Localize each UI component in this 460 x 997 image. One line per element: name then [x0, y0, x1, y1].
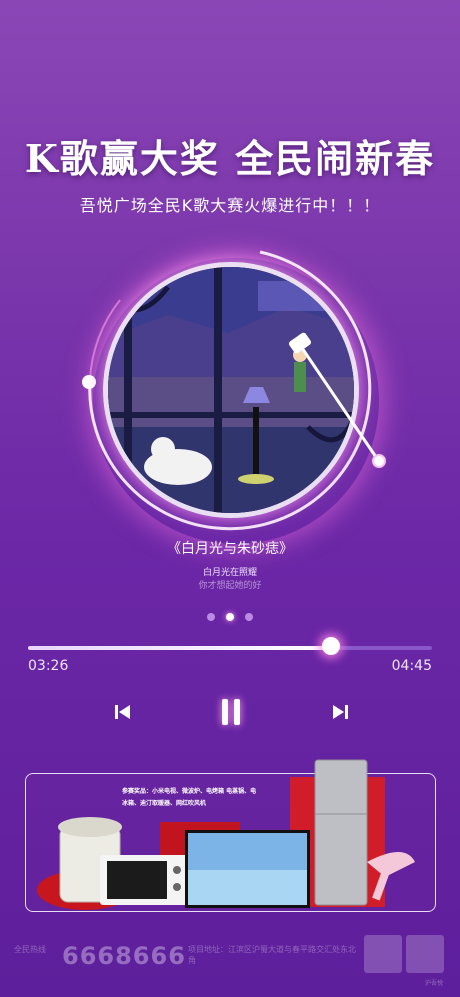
page-dot[interactable] [207, 613, 215, 621]
prize-appliances-image [37, 759, 415, 910]
pause-icon [222, 699, 240, 725]
project-address: 项目地址：江滨区沪蜀大道与春平路交汇处东北角 [188, 945, 356, 965]
next-button[interactable] [327, 697, 353, 727]
prize-list: 参赛奖品：小米电视、微波炉、电烤箱 电蒸锅、电冰箱、迪汀取暖器、网红吹风机 [122, 788, 257, 807]
qr-code-icon [406, 935, 444, 973]
tonearm[interactable] [0, 0, 460, 520]
page-dot-active[interactable] [226, 613, 234, 621]
song-title: 《白月光与朱砂痣》 [167, 541, 293, 557]
qr-caption: 沪吾悦 [425, 980, 444, 987]
next-icon [333, 705, 348, 719]
hotline-label: 全民热线 [14, 945, 46, 954]
progress-fill [28, 646, 331, 650]
total-duration: 04:45 [391, 658, 432, 674]
page-dot[interactable] [245, 613, 253, 621]
elapsed-time: 03:26 [28, 658, 69, 674]
lyric-current: 白月光在照耀 [202, 568, 257, 578]
previous-button[interactable] [110, 697, 136, 727]
lyric-next: 你才想起她的好 [198, 581, 262, 591]
progress-knob[interactable] [322, 637, 340, 655]
qr-code-icon [364, 935, 402, 973]
page-indicator [207, 613, 253, 621]
hotline-number[interactable]: 6668666 [62, 942, 186, 970]
pause-button[interactable] [216, 697, 246, 727]
previous-icon [115, 705, 130, 719]
